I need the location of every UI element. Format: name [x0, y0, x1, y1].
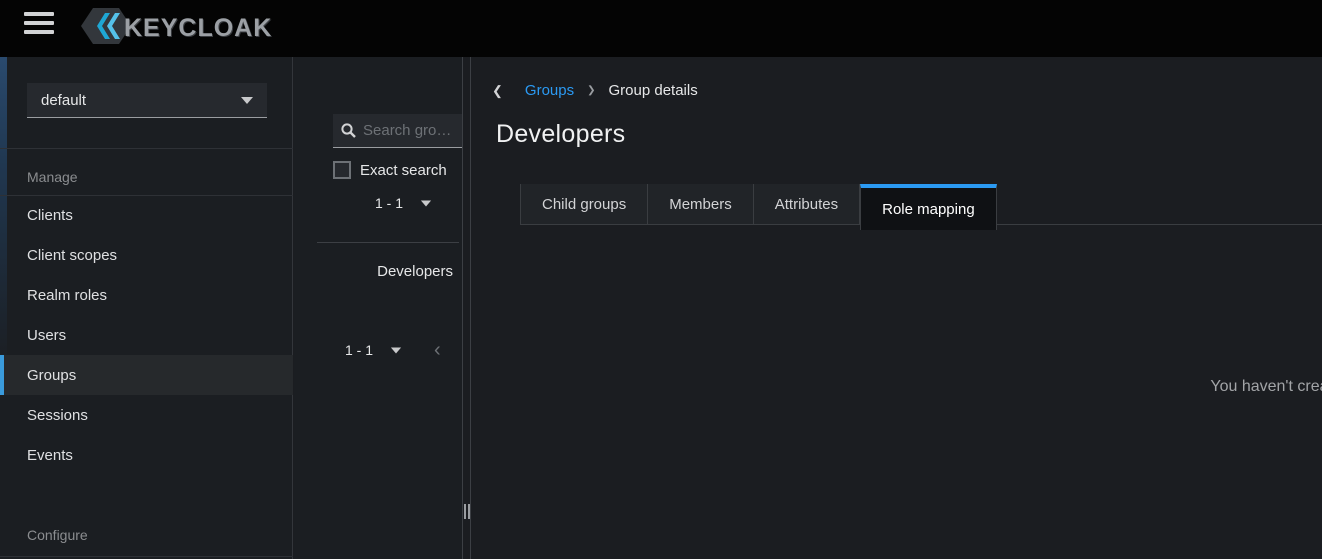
chevron-down-icon [420, 200, 432, 206]
pagination-range: 1 - 1 [345, 342, 374, 358]
realm-selector[interactable]: default [27, 83, 267, 118]
breadcrumb-current: Group details [608, 82, 698, 99]
divider [0, 148, 293, 149]
panel-resize-splitter[interactable] [462, 57, 471, 559]
sidebar-item-sessions[interactable]: Sessions [0, 395, 293, 435]
sidebar-item-realm-roles[interactable]: Realm roles [0, 275, 293, 315]
sidebar-nav: Clients Client scopes Realm roles Users … [0, 195, 293, 475]
keycloak-logo[interactable]: KEYCLOAK [80, 6, 272, 50]
empty-state: No roles for this group You haven't crea… [1166, 255, 1322, 504]
pagination-top[interactable]: 1 - 1 [375, 195, 432, 211]
splitter-grip-icon [464, 504, 470, 519]
groups-tree-panel: Exact search 1 - 1 Developers 1 - 1 ‹ [294, 57, 462, 559]
breadcrumb-back-icon[interactable]: ❮ [492, 83, 503, 98]
breadcrumb: ❮ Groups ❯ Group details [492, 82, 698, 99]
sidebar-item-client-scopes[interactable]: Client scopes [0, 235, 293, 275]
sidebar-item-events[interactable]: Events [0, 435, 293, 475]
breadcrumb-link-groups[interactable]: Groups [525, 82, 574, 99]
group-tree-item-developers[interactable]: Developers [377, 263, 453, 280]
sidebar-item-users[interactable]: Users [0, 315, 293, 355]
keycloak-admin-console: KEYCLOAK default Manage Clients Client s… [0, 0, 1322, 559]
brand-text: KEYCLOAK [124, 13, 273, 42]
top-bar: KEYCLOAK [0, 0, 1322, 57]
search-groups-input[interactable] [363, 122, 454, 139]
tab-members[interactable]: Members [648, 184, 754, 225]
exact-search-checkbox[interactable] [333, 161, 351, 179]
group-search-box [333, 114, 462, 148]
sidebar-item-clients[interactable]: Clients [0, 195, 293, 235]
empty-state-title: No roles for this group [1166, 333, 1322, 356]
divider [0, 556, 293, 557]
divider [317, 242, 459, 243]
tab-attributes[interactable]: Attributes [753, 184, 861, 225]
sidebar-section-configure: Configure [27, 527, 88, 543]
realm-selector-value: default [41, 91, 87, 109]
chevron-down-icon [241, 96, 253, 104]
page-title: Developers [496, 120, 626, 148]
breadcrumb-separator-icon: ❯ [587, 85, 596, 96]
sidebar-item-groups[interactable]: Groups [0, 355, 293, 395]
pagination-prev-icon[interactable]: ‹ [434, 340, 441, 360]
main-content: ❮ Groups ❯ Group details Developers Chil… [471, 57, 1322, 559]
search-icon [341, 123, 356, 138]
hamburger-menu-icon[interactable] [24, 12, 54, 35]
empty-state-description: You haven't created any roles for this g… [1210, 378, 1322, 395]
exact-search-label: Exact search [360, 161, 447, 179]
exact-search-row: Exact search [333, 161, 447, 179]
sidebar-section-manage: Manage [27, 169, 78, 185]
tab-role-mapping[interactable]: Role mapping [860, 184, 997, 230]
pagination-range: 1 - 1 [375, 195, 404, 211]
tab-child-groups[interactable]: Child groups [520, 184, 649, 225]
chevron-down-icon [390, 347, 402, 353]
pagination-bottom[interactable]: 1 - 1 [345, 342, 402, 358]
sidebar: default Manage Clients Client scopes Rea… [0, 57, 293, 559]
